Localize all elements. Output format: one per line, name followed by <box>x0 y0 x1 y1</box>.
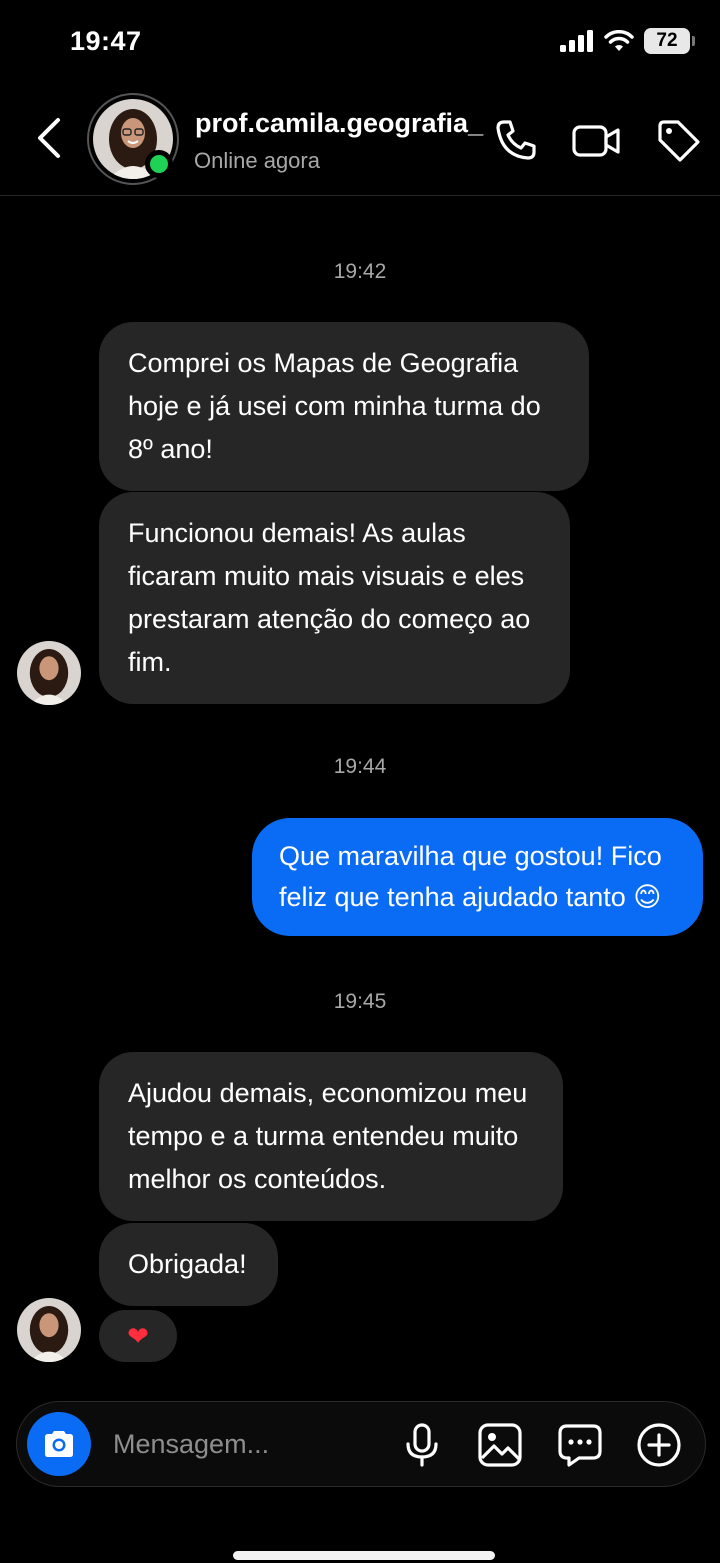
plus-icon[interactable] <box>636 1422 682 1468</box>
camera-icon <box>45 1431 73 1457</box>
online-status-dot <box>145 150 173 178</box>
contact-username[interactable]: prof.camila.geografia_ <box>195 108 483 139</box>
heart-reaction[interactable]: ❤ <box>99 1310 177 1362</box>
microphone-icon[interactable] <box>399 1422 445 1468</box>
message-bubble-sent[interactable]: Que maravilha que gostou! Fico feliz que… <box>252 818 703 936</box>
sticker-icon[interactable] <box>557 1422 603 1468</box>
message-bubble-received[interactable]: Funcionou demais! As aulas ficaram muito… <box>99 492 570 704</box>
chat-screen: 19:47 72 prof.camila.geografia_ Online a… <box>0 0 720 1563</box>
timestamp: 19:42 <box>333 260 387 283</box>
message-bubble-received[interactable]: Ajudou demais, economizou meu tempo e a … <box>99 1052 563 1221</box>
message-text: Funcionou demais! As aulas ficaram muito… <box>128 518 531 677</box>
heart-icon: ❤ <box>127 1320 149 1351</box>
message-text: Obrigada! <box>128 1249 247 1279</box>
status-time: 19:47 <box>70 26 142 56</box>
contact-presence: Online agora <box>194 148 320 173</box>
back-icon[interactable] <box>30 116 70 160</box>
home-indicator[interactable] <box>233 1551 495 1560</box>
camera-button[interactable] <box>27 1412 91 1476</box>
gallery-icon[interactable] <box>477 1422 523 1468</box>
message-bubble-received[interactable]: Obrigada! <box>99 1223 278 1306</box>
battery-icon: 72 <box>644 28 695 54</box>
status-icons: 72 <box>560 28 695 54</box>
chat-header: prof.camila.geografia_ Online agora <box>0 88 720 196</box>
tag-icon[interactable] <box>656 118 702 164</box>
wifi-icon <box>604 30 634 51</box>
battery-level: 72 <box>656 30 678 51</box>
message-text: Que maravilha que gostou! Fico feliz que… <box>279 841 662 912</box>
sender-avatar[interactable] <box>17 1298 81 1362</box>
timestamp: 19:45 <box>333 990 387 1013</box>
message-bubble-received[interactable]: Comprei os Mapas de Geografia hoje e já … <box>99 322 589 491</box>
sender-avatar[interactable] <box>17 641 81 705</box>
message-text: Ajudou demais, economizou meu tempo e a … <box>128 1078 528 1194</box>
message-input[interactable] <box>113 1422 383 1466</box>
message-text: Comprei os Mapas de Geografia hoje e já … <box>128 348 541 464</box>
message-composer <box>16 1401 706 1487</box>
phone-icon[interactable] <box>492 118 538 164</box>
timestamp: 19:44 <box>333 755 387 778</box>
signal-icon <box>560 30 593 52</box>
video-icon[interactable] <box>572 118 622 164</box>
